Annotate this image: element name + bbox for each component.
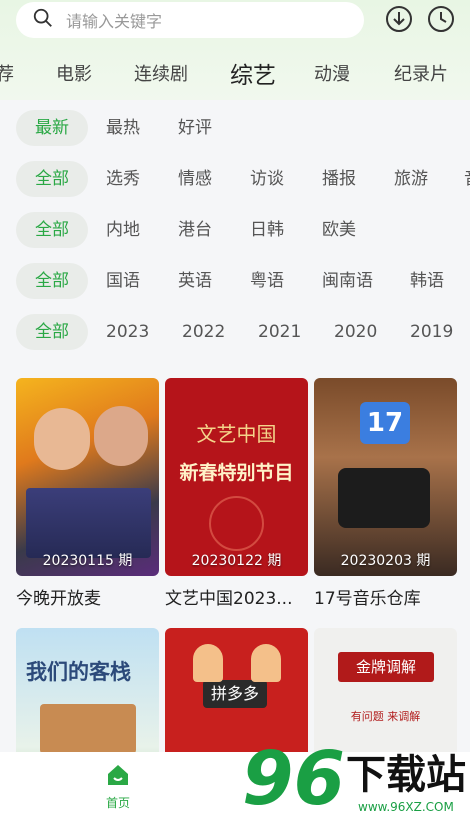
filter-chip[interactable]: 好评	[178, 110, 212, 146]
watermark-url: www.96XZ.COM	[358, 800, 454, 814]
episode-label: 20230115 期	[42, 553, 133, 569]
tab-movie[interactable]: 电影	[56, 60, 92, 86]
filter-chip[interactable]: 粤语	[250, 263, 284, 299]
filter-chip[interactable]: 最新	[16, 110, 88, 146]
filter-chip[interactable]: 全部	[16, 314, 88, 350]
home-icon	[105, 765, 131, 792]
nav-home[interactable]: 首页	[96, 762, 140, 811]
watermark-text: 下载站	[346, 752, 466, 798]
poster-text: 金牌调解	[338, 652, 434, 682]
download-icon[interactable]	[384, 4, 414, 34]
content-card[interactable]: 20230115 期 今晚开放麦	[16, 378, 159, 609]
poster-image: 20230115 期	[16, 378, 159, 576]
filter-chip[interactable]: 选秀	[106, 161, 140, 197]
tab-series[interactable]: 连续剧	[134, 60, 188, 86]
episode-label: 20230122 期	[191, 553, 282, 569]
filter-row-year: 全部 2023 2022 2021 2020 2019	[0, 314, 470, 354]
poster-text: 有问题 来调解	[350, 710, 421, 723]
filter-chip[interactable]: 韩语	[410, 263, 444, 299]
filter-chip[interactable]: 播报	[322, 161, 356, 197]
filter-chip[interactable]: 欧美	[322, 212, 356, 248]
filter-chip[interactable]: 国语	[106, 263, 140, 299]
content-card[interactable]: 文艺中国 新春特别节目 20230122 期 文艺中国2023...	[165, 378, 308, 609]
filter-chip[interactable]: 英语	[178, 263, 212, 299]
watermark-number: 96	[242, 736, 345, 820]
search-icon	[32, 7, 54, 33]
tab-anime[interactable]: 动漫	[314, 60, 350, 86]
tab-recommend[interactable]: 荐	[0, 60, 14, 86]
filter-chip[interactable]: 全部	[16, 161, 88, 197]
filter-chip[interactable]: 最热	[106, 110, 140, 146]
filter-chip[interactable]: 2019	[410, 314, 453, 350]
filter-chip[interactable]: 日韩	[250, 212, 284, 248]
filter-chip[interactable]: 2022	[182, 314, 225, 350]
filter-chip[interactable]: 情感	[178, 161, 212, 197]
filter-chip[interactable]: 2020	[334, 314, 377, 350]
filter-chip[interactable]: 音	[464, 161, 470, 197]
content-card[interactable]: 17 20230203 期 17号音乐仓库	[314, 378, 457, 609]
filter-row-genre: 全部 选秀 情感 访谈 播报 旅游 音	[0, 161, 470, 201]
history-icon[interactable]	[426, 4, 456, 34]
tab-documentary[interactable]: 纪录片	[394, 60, 448, 86]
filter-chip[interactable]: 旅游	[394, 161, 428, 197]
filter-chip[interactable]: 2023	[106, 314, 149, 350]
filter-chip[interactable]: 2021	[258, 314, 301, 350]
filter-row-region: 全部 内地 港台 日韩 欧美	[0, 212, 470, 252]
card-title: 17号音乐仓库	[314, 589, 421, 609]
filter-chip[interactable]: 全部	[16, 263, 88, 299]
filter-chip[interactable]: 闽南语	[322, 263, 373, 299]
nav-home-label: 首页	[105, 796, 130, 810]
filter-row-sort: 最新 最热 好评	[0, 110, 470, 150]
filter-chip[interactable]: 内地	[106, 212, 140, 248]
poster-image: 17 20230203 期	[314, 378, 457, 576]
poster-text: 拼多多	[203, 680, 267, 708]
search-placeholder: 请输入关键字	[66, 12, 163, 31]
card-title: 今晚开放麦	[16, 589, 101, 609]
poster-text: 我们的客栈	[26, 660, 131, 684]
category-tabs: 荐 电影 连续剧 综艺 动漫 纪录片	[0, 56, 470, 92]
search-bar[interactable]: 请输入关键字	[16, 2, 364, 38]
tab-variety[interactable]: 综艺	[230, 56, 276, 90]
card-title: 文艺中国2023...	[165, 589, 293, 609]
episode-label: 20230203 期	[340, 553, 431, 569]
filter-chip[interactable]: 访谈	[250, 161, 284, 197]
poster-text: 新春特别节目	[179, 462, 294, 484]
filter-row-language: 全部 国语 英语 粤语 闽南语 韩语	[0, 263, 470, 303]
poster-badge: 17	[360, 402, 410, 444]
filter-chip[interactable]: 全部	[16, 212, 88, 248]
filter-chip[interactable]: 港台	[178, 212, 212, 248]
poster-text: 文艺中国	[196, 422, 277, 446]
poster-image: 文艺中国 新春特别节目 20230122 期	[165, 378, 308, 576]
watermark-logo: 96 下载站 www.96XZ.COM	[238, 738, 470, 820]
